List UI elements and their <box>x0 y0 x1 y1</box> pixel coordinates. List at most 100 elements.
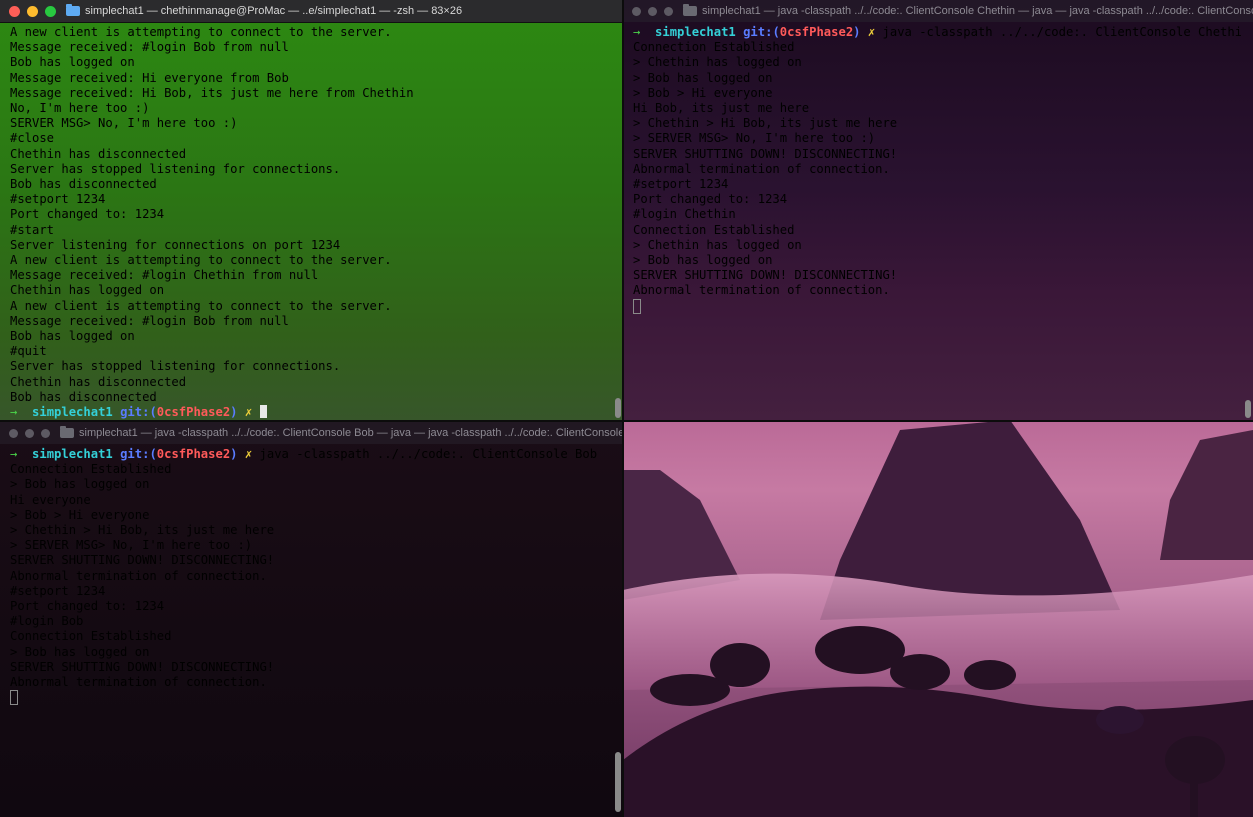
prompt-dirty-marker: ✗ <box>244 405 253 420</box>
prompt-git-label: git:( <box>120 405 157 420</box>
zoom-dot-icon[interactable] <box>664 6 673 16</box>
output-line: Abnormal termination of connection. <box>10 675 267 690</box>
output-line: Connection Established <box>10 629 172 644</box>
output-line: > Chethin > Hi Bob, its just me here <box>10 523 275 538</box>
pane-divider-horizontal <box>623 420 1253 422</box>
scrollbar-thumb[interactable] <box>615 398 621 418</box>
scrollbar-thumb[interactable] <box>1245 400 1251 418</box>
output-line: > Bob has logged on <box>633 70 773 85</box>
zoom-dot-icon[interactable] <box>45 5 56 17</box>
close-dot-icon[interactable] <box>9 428 18 438</box>
zoom-dot-icon[interactable] <box>41 428 50 438</box>
window-controls <box>0 428 60 438</box>
output-line: Bob has logged on <box>10 329 135 344</box>
output-line: Abnormal termination of connection. <box>633 161 890 176</box>
cursor-line <box>10 690 611 707</box>
scrollbar-thumb[interactable] <box>615 752 621 812</box>
prompt-command: java -classpath ../../code:. ClientConso… <box>259 447 598 461</box>
output-line: #login Bob <box>10 614 84 629</box>
bob-terminal-titlebar[interactable]: simplechat1 — java -classpath ../../code… <box>0 422 623 444</box>
chethin-terminal-titlebar[interactable]: simplechat1 — java -classpath ../../code… <box>623 0 1253 22</box>
output-line: Port changed to: 1234 <box>10 599 165 614</box>
output-line: Bob has disconnected <box>10 177 157 192</box>
close-dot-icon[interactable] <box>632 6 641 16</box>
prompt-arrow: → <box>10 447 18 461</box>
output-line: > Bob has logged on <box>633 253 773 268</box>
output-line: Message received: #login Bob from null <box>10 313 289 328</box>
bob-client-terminal-window[interactable]: simplechat1 — java -classpath ../../code… <box>0 422 623 817</box>
output-line: SERVER SHUTTING DOWN! DISCONNECTING! <box>10 553 275 568</box>
window-title: simplechat1 — chethinmanage@ProMac — ..e… <box>85 5 463 17</box>
terminal-output[interactable]: → simplechat1 git:(0csfPhase2) ✗ java -c… <box>623 22 1241 420</box>
prompt-arrow: → <box>633 25 641 39</box>
output-line: #setport 1234 <box>633 177 729 192</box>
folder-icon <box>683 4 697 16</box>
window-title: simplechat1 — java -classpath ../../code… <box>702 5 1253 17</box>
prompt-branch: 0csfPhase2 <box>156 405 231 420</box>
server-terminal-titlebar[interactable]: simplechat1 — chethinmanage@ProMac — ..e… <box>0 0 623 23</box>
output-line: Port changed to: 1234 <box>633 192 788 207</box>
output-line: Abnormal termination of connection. <box>633 283 890 298</box>
folder-icon <box>60 426 74 438</box>
output-line: > Bob has logged on <box>10 644 150 659</box>
prompt-line: → simplechat1 git:(0csfPhase2) ✗ java -c… <box>10 447 611 462</box>
prompt-git-close: ) <box>230 405 238 420</box>
text-cursor <box>633 298 641 314</box>
pane-divider-vertical <box>622 0 624 817</box>
cursor-line <box>633 298 1241 316</box>
prompt-dirty-marker: ✗ <box>244 447 253 461</box>
terminal-output[interactable]: A new client is attempting to connect to… <box>0 22 611 420</box>
window-title: simplechat1 — java -classpath ../../code… <box>79 427 623 439</box>
prompt-line: → simplechat1 git:(0csfPhase2) ✗ java -c… <box>633 25 1241 40</box>
chethin-client-terminal-window[interactable]: simplechat1 — java -classpath ../../code… <box>623 0 1253 420</box>
output-line: Chethin has disconnected <box>10 146 187 161</box>
output-line: Message received: #login Bob from null <box>10 40 289 55</box>
output-line: A new client is attempting to connect to… <box>10 253 392 268</box>
output-line: SERVER SHUTTING DOWN! DISCONNECTING! <box>633 146 898 161</box>
output-line: Abnormal termination of connection. <box>10 568 267 583</box>
minimize-dot-icon[interactable] <box>25 428 34 438</box>
output-line: A new client is attempting to connect to… <box>10 25 392 39</box>
output-line: #start <box>10 222 55 237</box>
output-line: Port changed to: 1234 <box>10 207 165 222</box>
prompt-line: → simplechat1 git:(0csfPhase2) ✗ <box>10 405 611 420</box>
prompt-arrow: → <box>10 405 18 420</box>
prompt-command: java -classpath ../../code:. ClientConso… <box>882 25 1241 39</box>
output-line: Bob has logged on <box>10 55 135 70</box>
output-line: Message received: Hi everyone from Bob <box>10 70 289 85</box>
output-line: SERVER MSG> No, I'm here too :) <box>10 116 238 131</box>
text-cursor <box>259 405 267 419</box>
output-line: > SERVER MSG> No, I'm here too :) <box>633 131 876 146</box>
output-line: SERVER SHUTTING DOWN! DISCONNECTING! <box>10 659 275 674</box>
output-line: #setport 1234 <box>10 583 106 598</box>
minimize-dot-icon[interactable] <box>648 6 657 16</box>
output-line: Server listening for connections on port… <box>10 237 341 252</box>
window-controls <box>623 6 683 16</box>
output-line: Server has stopped listening for connect… <box>10 161 341 176</box>
output-line: Message received: Hi Bob, its just me he… <box>10 85 414 100</box>
output-line: Server has stopped listening for connect… <box>10 359 341 374</box>
output-line: > Chethin has logged on <box>633 237 802 252</box>
output-line: > Bob > Hi everyone <box>633 85 773 100</box>
output-line: Chethin has disconnected <box>10 374 187 389</box>
window-controls <box>0 5 66 17</box>
server-terminal-window[interactable]: simplechat1 — chethinmanage@ProMac — ..e… <box>0 0 623 420</box>
output-line: Hi everyone <box>10 492 91 507</box>
output-line: > Chethin > Hi Bob, its just me here <box>633 116 898 131</box>
terminal-output[interactable]: → simplechat1 git:(0csfPhase2) ✗ java -c… <box>0 444 611 817</box>
prompt-git-close: ) <box>230 447 238 461</box>
output-line: Message received: #login Chethin from nu… <box>10 268 319 283</box>
output-line: > Chethin has logged on <box>633 55 802 70</box>
text-cursor <box>10 690 18 706</box>
prompt-git-label: git:( <box>120 447 157 461</box>
output-line: > Bob has logged on <box>10 477 150 492</box>
output-line: Chethin has logged on <box>10 283 165 298</box>
close-dot-icon[interactable] <box>9 5 20 17</box>
output-line: #quit <box>10 344 47 359</box>
output-line: Connection Established <box>633 222 795 237</box>
output-line: > Bob > Hi everyone <box>10 507 150 522</box>
output-line: Hi Bob, its just me here <box>633 101 810 116</box>
minimize-dot-icon[interactable] <box>27 5 38 17</box>
prompt-directory: simplechat1 <box>32 405 113 420</box>
prompt-directory: simplechat1 <box>655 25 736 39</box>
